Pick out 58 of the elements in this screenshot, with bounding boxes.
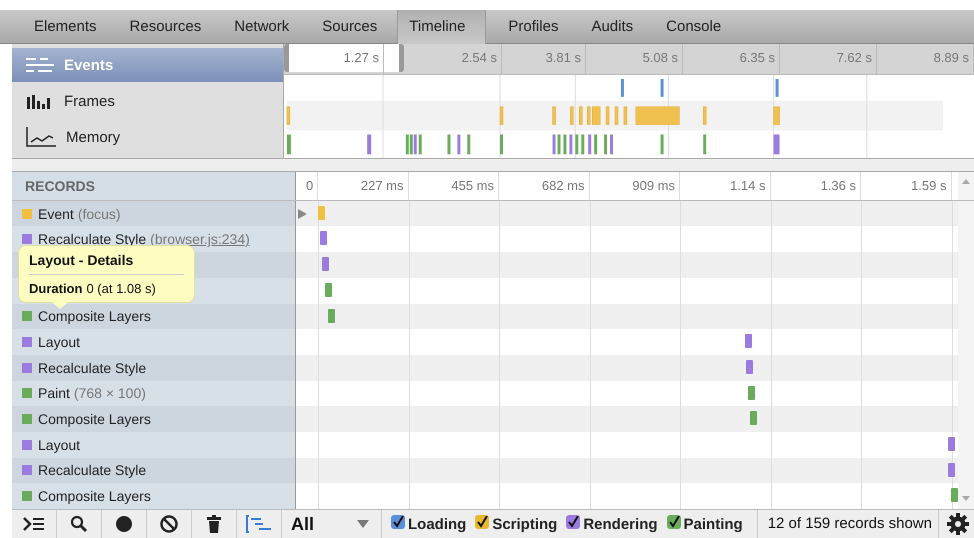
scrollbar[interactable]	[958, 200, 974, 509]
time-label: 1.59 s	[861, 172, 952, 200]
selection-window[interactable]	[284, 44, 404, 72]
duration-label: Duration	[29, 280, 82, 296]
overview-mode[interactable]: Memory	[12, 120, 283, 154]
records-count: 12 of 159 records shown	[756, 510, 939, 538]
tooltip-title: Layout - Details	[29, 252, 184, 275]
time-label: 1.14 s	[680, 172, 770, 200]
checkbox[interactable]	[475, 515, 490, 529]
checkbox[interactable]	[391, 515, 405, 529]
record-name[interactable]: Paint	[38, 385, 70, 402]
panel-tab[interactable]: Profiles	[486, 10, 570, 44]
time-label: 909 ms	[590, 172, 680, 200]
record-name[interactable]: Layout	[38, 334, 80, 350]
line-chart-icon	[26, 127, 56, 147]
clear-icon	[160, 515, 178, 533]
time-label: 1.36 s	[770, 172, 861, 200]
panel-tab[interactable]: Audits	[569, 10, 644, 44]
panel-tab[interactable]: Console	[644, 10, 732, 44]
time-label: 5.08 s	[586, 44, 683, 74]
record-detail: (focus)	[78, 206, 121, 222]
records-heading: RECORDS	[25, 178, 96, 194]
time-label: 1.27 s	[284, 44, 384, 74]
category-checkbox[interactable]: Rendering	[566, 515, 658, 533]
checkbox[interactable]	[666, 515, 681, 529]
panel-tab[interactable]: Elements	[12, 10, 108, 44]
category-checkbox[interactable]: Scripting	[475, 515, 558, 533]
events-icon	[26, 58, 54, 72]
overview-mode[interactable]: Frames	[12, 84, 283, 118]
duration-value: 0 (at 1.08 s)	[86, 280, 156, 296]
tree-view-icon	[246, 515, 272, 533]
search-icon	[70, 515, 88, 533]
time-label: 0	[296, 172, 318, 200]
record-icon	[115, 515, 133, 533]
category-checkbox[interactable]: Painting	[666, 515, 743, 533]
time-label: 2.54 s	[384, 44, 502, 74]
time-label: 227 ms	[318, 172, 408, 200]
panel-tab[interactable]: Network	[212, 10, 300, 44]
time-label: 682 ms	[499, 172, 590, 200]
record-detail: (768 × 100)	[74, 385, 146, 402]
panel-tab[interactable]: Timeline	[397, 10, 486, 44]
checkbox[interactable]	[566, 515, 580, 529]
panel-tab[interactable]: Resources	[108, 10, 212, 44]
console-drawer-icon	[23, 516, 45, 532]
expand-icon[interactable]	[298, 208, 307, 219]
settings-icon[interactable]	[946, 513, 969, 535]
category-checkbox[interactable]: Loading	[391, 515, 466, 533]
panel-tab[interactable]: Sources	[300, 10, 388, 44]
trash-icon	[207, 515, 221, 533]
time-label: 6.35 s	[683, 44, 780, 74]
time-label: 8.89 s	[877, 44, 974, 74]
caret-icon	[357, 520, 369, 528]
record-name[interactable]: Event	[38, 206, 74, 222]
time-label: 455 ms	[408, 172, 499, 200]
time-label: 7.62 s	[780, 44, 877, 74]
record-name[interactable]: Layout	[38, 436, 80, 453]
record-name[interactable]: Recalculate Style	[38, 231, 146, 248]
time-label: 3.81 s	[502, 44, 586, 74]
